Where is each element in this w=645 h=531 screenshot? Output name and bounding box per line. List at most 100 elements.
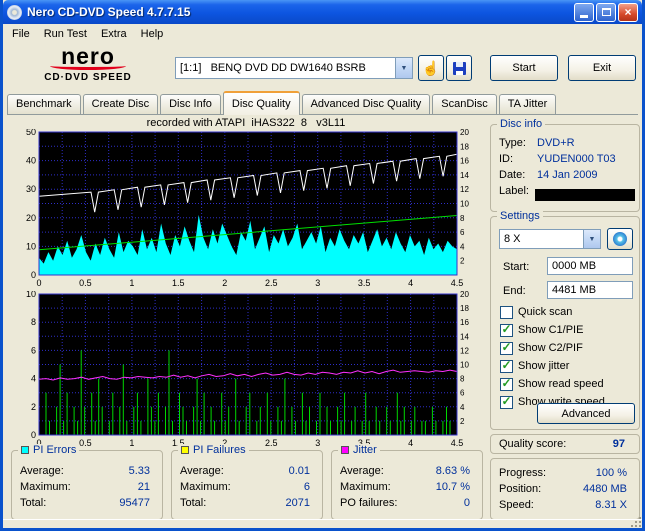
checkbox-quick-scan[interactable]: ✓ Quick scan [500, 305, 572, 319]
pi-failures-average: 0.01 [288, 464, 310, 477]
speed-value: 8.31 X [595, 498, 627, 511]
svg-text:6: 6 [460, 228, 465, 237]
progress-panel: Progress: 100 % Position: 4480 MB Speed: 8.… [490, 458, 640, 520]
progress-label: Progress: [499, 466, 547, 479]
save-button[interactable] [446, 55, 472, 81]
checkbox-show-jitter[interactable]: ✓ Show jitter [500, 359, 569, 373]
svg-text:14: 14 [460, 332, 469, 341]
svg-text:12: 12 [460, 346, 469, 355]
svg-text:4: 4 [31, 374, 36, 384]
svg-text:8: 8 [460, 375, 465, 384]
menu-run-test[interactable]: Run Test [37, 26, 94, 42]
status-bar [3, 519, 642, 528]
dropdown-arrow-icon[interactable]: ▼ [395, 58, 412, 78]
window-title: Nero CD-DVD Speed 4.7.7.15 [27, 5, 191, 19]
checkbox-show-c1-pie[interactable]: ✓ Show C1/PIE [500, 323, 583, 337]
svg-text:4: 4 [460, 242, 465, 251]
menu-help[interactable]: Help [134, 26, 171, 42]
pi-failures-maximum: 6 [303, 480, 310, 493]
tab-disc-quality[interactable]: Disc Quality [222, 91, 300, 115]
tab-benchmark[interactable]: Benchmark [7, 94, 81, 114]
svg-text:18: 18 [460, 304, 469, 313]
svg-text:10: 10 [26, 291, 36, 299]
close-button[interactable]: × [618, 2, 638, 22]
speed-dropdown-arrow-icon[interactable]: ▼ [583, 230, 600, 248]
start-position-field[interactable]: 0000 MB [547, 257, 633, 275]
svg-text:18: 18 [460, 142, 469, 151]
pi-errors-panel: PI Errors Average: 5.33 Maximum: 21 Total:… [11, 444, 163, 520]
quick-scan-checkbox[interactable]: ✓ [500, 305, 513, 319]
pi-failures-legend-swatch [181, 446, 189, 454]
svg-text:12: 12 [460, 185, 469, 194]
advanced-button[interactable]: Advanced [537, 403, 635, 424]
menu-file[interactable]: File [5, 26, 37, 42]
disc-type-value: DVD+R [537, 136, 575, 149]
svg-text:8: 8 [31, 317, 36, 327]
svg-text:0.5: 0.5 [79, 278, 92, 288]
progress-value: 100 % [595, 466, 627, 479]
jitter-average: 8.63 % [435, 464, 470, 477]
show-jitter-checkbox[interactable]: ✓ [500, 359, 513, 373]
start-button[interactable]: Start [490, 55, 558, 81]
jitter-legend-swatch [341, 446, 349, 454]
checkbox-show-c2-pif[interactable]: ✓ Show C2/PIF [500, 341, 583, 355]
svg-text:2: 2 [460, 417, 465, 426]
svg-text:6: 6 [460, 389, 465, 398]
minimize-button[interactable] [574, 2, 594, 22]
show-c1-pie-checkbox[interactable]: ✓ [500, 323, 513, 337]
drive-selector-value: [1:1] BENQ DVD DD DW1640 BSRB [180, 62, 366, 74]
show-write-speed-checkbox[interactable]: ✓ [500, 394, 513, 409]
svg-text:1.5: 1.5 [172, 278, 185, 288]
svg-text:2: 2 [31, 402, 36, 412]
options-button[interactable]: ☝ [418, 55, 444, 81]
settings-title: Settings [497, 210, 543, 222]
svg-text:4: 4 [408, 438, 413, 448]
svg-text:6: 6 [31, 345, 36, 355]
svg-text:2.5: 2.5 [265, 278, 278, 288]
check-icon: ✓ [501, 340, 512, 354]
jitter-panel: Jitter Average: 8.63 % Maximum: 10.7 % PO … [331, 444, 483, 520]
end-position-label: End: [503, 284, 526, 297]
show-c2-pif-checkbox[interactable]: ✓ [500, 340, 513, 355]
disc-icon [613, 232, 627, 246]
quality-score-label: Quality score: [499, 438, 567, 450]
tab-create-disc[interactable]: Create Disc [82, 94, 159, 114]
svg-text:2.5: 2.5 [265, 438, 278, 448]
position-value: 4480 MB [582, 482, 627, 495]
svg-text:0: 0 [31, 270, 36, 280]
disc-info-panel: Disc info Type: DVD+R ID: YUDEN000 T03 Dat… [490, 118, 640, 212]
recording-drive-caption: recorded with ATAPI iHAS322 8 v3L11 [146, 117, 346, 129]
exit-button[interactable]: Exit [568, 55, 636, 81]
checkbox-show-read-speed[interactable]: ✓ Show read speed [500, 377, 604, 391]
tab-advanced-disc-quality[interactable]: Advanced Disc Quality [301, 94, 431, 114]
settings-panel: Settings 8 X ▼ Start: 0000 MB End: 4481 … [490, 210, 640, 430]
jitter-title: Jitter [353, 444, 377, 456]
check-icon: ✓ [501, 394, 512, 408]
svg-text:4: 4 [460, 403, 465, 412]
tab-scandisc[interactable]: ScanDisc [432, 94, 497, 114]
menu-extra[interactable]: Extra [94, 26, 134, 42]
tab-ta-jitter[interactable]: TA Jitter [498, 94, 557, 114]
drive-selector[interactable]: [1:1] BENQ DVD DD DW1640 BSRB ▼ [175, 57, 413, 79]
speed-selector[interactable]: 8 X ▼ [499, 229, 601, 249]
menu-bar: File Run Test Extra Help [3, 24, 642, 44]
pi-failures-title: PI Failures [193, 444, 246, 456]
disc-info-title: Disc info [497, 118, 546, 130]
svg-text:20: 20 [26, 213, 36, 223]
svg-text:4: 4 [408, 278, 413, 288]
pi-errors-maximum: 21 [137, 480, 150, 493]
resize-grip[interactable] [631, 517, 641, 527]
show-read-speed-checkbox[interactable]: ✓ [500, 377, 513, 391]
maximize-button[interactable] [596, 2, 616, 22]
disc-date-label: Date: [499, 168, 526, 181]
svg-text:4.5: 4.5 [451, 278, 464, 288]
tab-disc-info[interactable]: Disc Info [160, 94, 221, 114]
svg-text:16: 16 [460, 157, 469, 166]
pi-failures-jitter-chart: 0 0.5 1 1.5 2 2.5 3 3.5 4 4.502468102468101214161… [26, 291, 469, 448]
refresh-speeds-button[interactable] [607, 228, 633, 250]
speed-label: Speed: [499, 498, 534, 511]
end-position-field[interactable]: 4481 MB [547, 281, 633, 299]
svg-text:2: 2 [222, 278, 227, 288]
pi-errors-chart: 0 0.5 1 1.5 2 2.5 3 3.5 4 4.5 0 10 20 30 40 50 2 4 6 8 10 12 1… [26, 129, 469, 288]
disc-id-value: YUDEN000 T03 [537, 152, 616, 165]
